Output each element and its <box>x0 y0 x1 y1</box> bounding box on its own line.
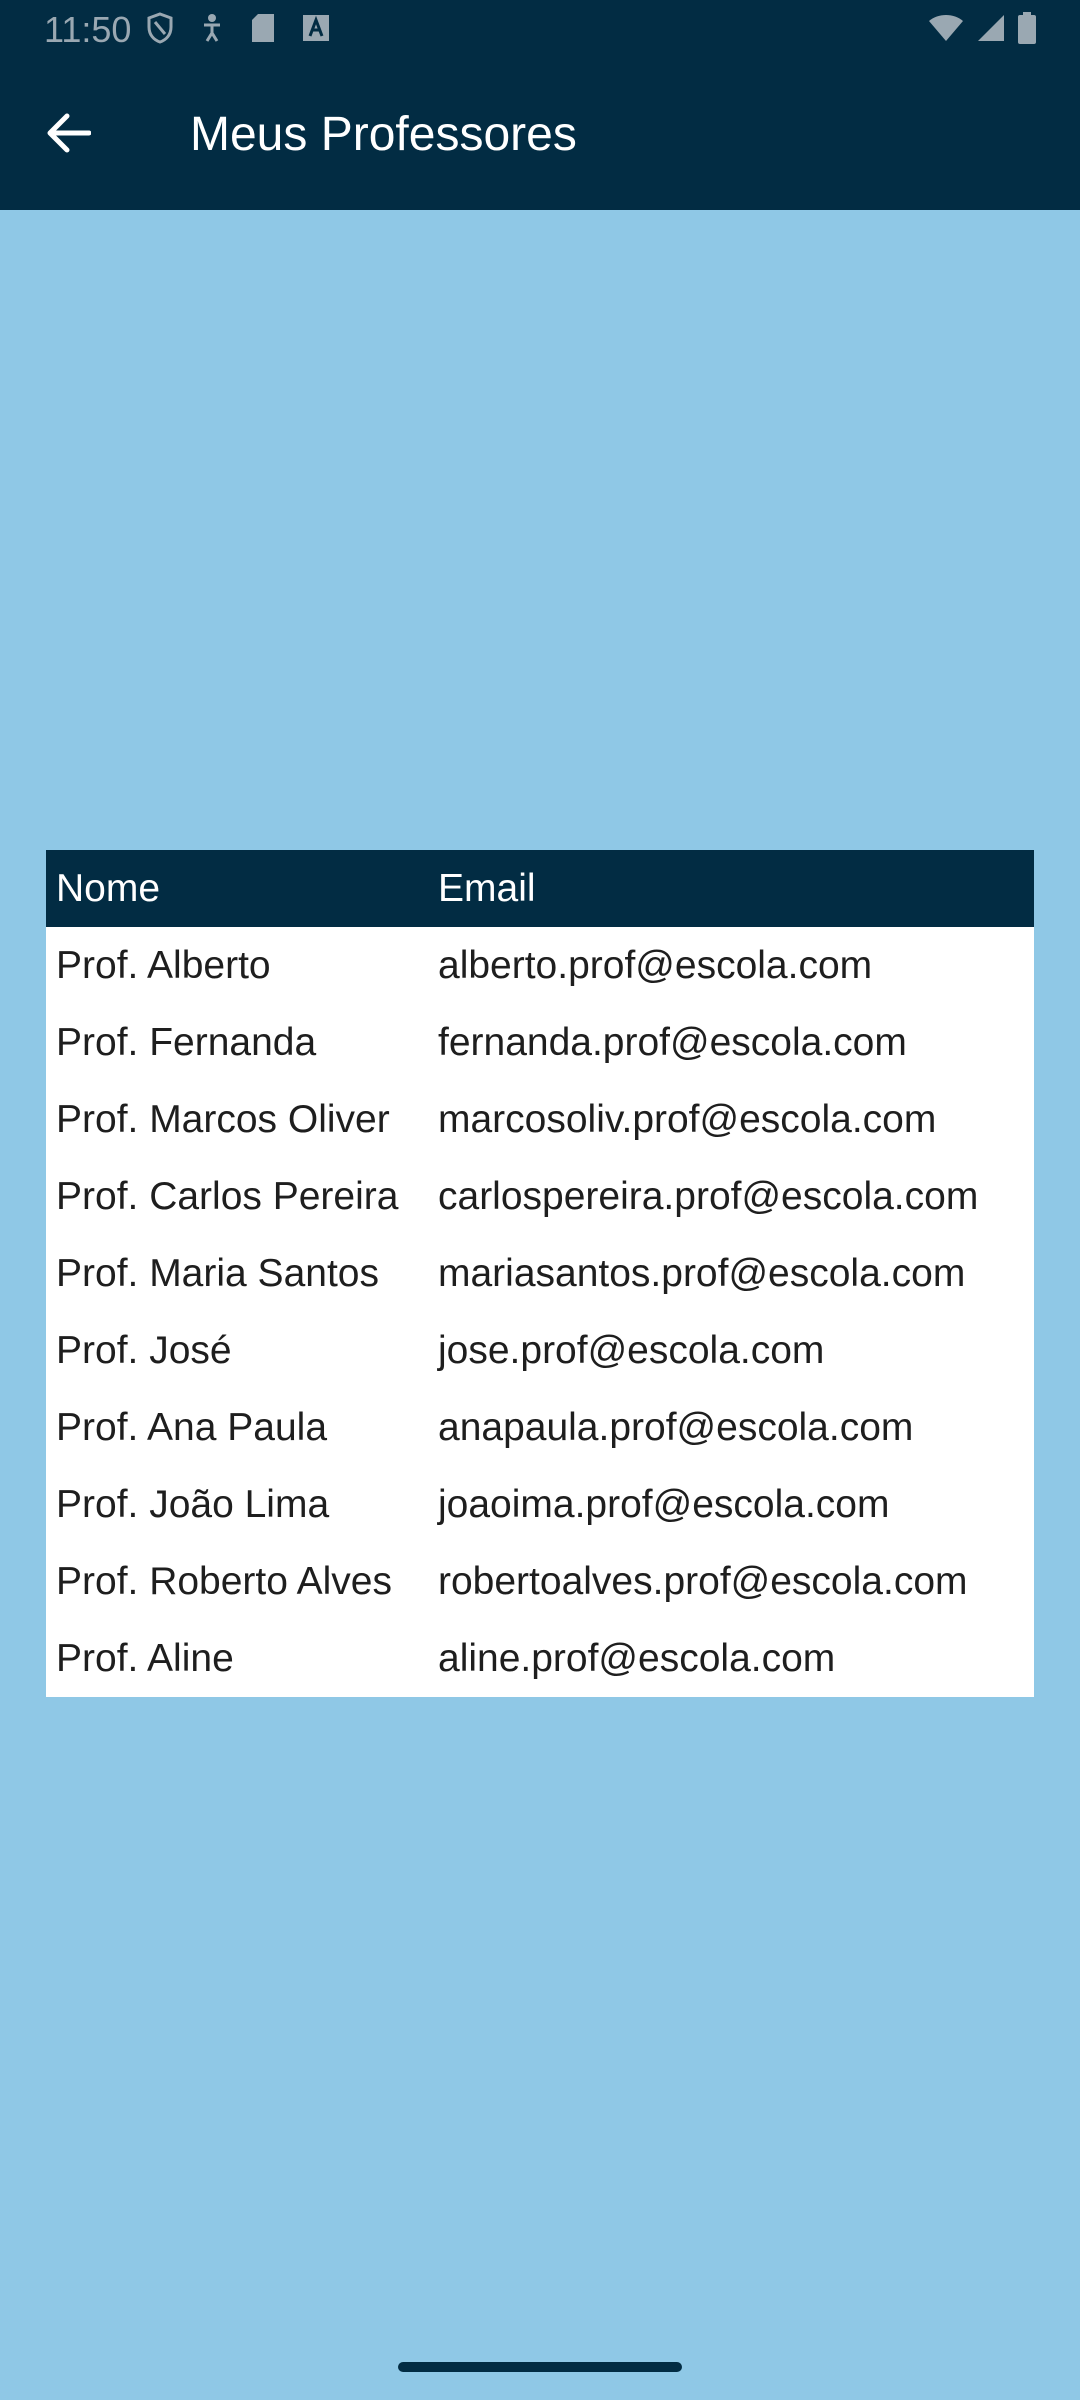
table-row[interactable]: Prof. Fernanda fernanda.prof@escola.com <box>46 1004 1034 1081</box>
teacher-name: Prof. Roberto Alves <box>56 1559 392 1603</box>
status-bar: 11:50 <box>0 0 1080 60</box>
shield-icon <box>146 11 174 49</box>
teacher-email: anapaula.prof@escola.com <box>438 1405 914 1449</box>
teacher-email: jose.prof@escola.com <box>438 1328 825 1372</box>
teacher-email: fernanda.prof@escola.com <box>438 1020 907 1064</box>
column-header-name: Nome <box>46 850 428 927</box>
teacher-email: aline.prof@escola.com <box>438 1636 836 1680</box>
back-button[interactable] <box>34 101 102 169</box>
teacher-name: Prof. Ana Paula <box>56 1405 328 1449</box>
teacher-name: Prof. Marcos Oliver <box>56 1097 390 1141</box>
accessibility-icon <box>200 13 224 48</box>
app-bar: Meus Professores <box>0 60 1080 210</box>
table-row[interactable]: Prof. Roberto Alves robertoalves.prof@es… <box>46 1543 1034 1620</box>
teacher-email: marcosoliv.prof@escola.com <box>438 1097 937 1141</box>
sd-card-icon <box>250 12 276 49</box>
table-row[interactable]: Prof. Aline aline.prof@escola.com <box>46 1620 1034 1697</box>
arrow-back-icon <box>45 113 92 158</box>
teacher-name: Prof. Aline <box>56 1636 234 1680</box>
font-a-icon <box>302 14 330 47</box>
teacher-email: joaoima.prof@escola.com <box>438 1482 890 1526</box>
teacher-email: carlospereira.prof@escola.com <box>438 1174 979 1218</box>
teacher-name: Prof. Alberto <box>56 943 271 987</box>
teacher-email: robertoalves.prof@escola.com <box>438 1559 968 1603</box>
table-row[interactable]: Prof. José jose.prof@escola.com <box>46 1312 1034 1389</box>
teachers-table: Nome Email Prof. Alberto alberto.prof@es… <box>46 850 1034 1697</box>
table-row[interactable]: Prof. João Lima joaoima.prof@escola.com <box>46 1466 1034 1543</box>
teacher-name: Prof. Carlos Pereira <box>56 1174 399 1218</box>
column-header-email: Email <box>428 850 1034 927</box>
table-row[interactable]: Prof. Carlos Pereira carlospereira.prof@… <box>46 1158 1034 1235</box>
teacher-name: Prof. Fernanda <box>56 1020 317 1064</box>
table-row[interactable]: Prof. Marcos Oliver marcosoliv.prof@esco… <box>46 1081 1034 1158</box>
table-row[interactable]: Prof. Ana Paula anapaula.prof@escola.com <box>46 1389 1034 1466</box>
teacher-email: alberto.prof@escola.com <box>438 943 873 987</box>
teacher-email: mariasantos.prof@escola.com <box>438 1251 966 1295</box>
battery-icon <box>1018 11 1036 49</box>
teacher-name: Prof. Maria Santos <box>56 1251 379 1295</box>
table-header-row: Nome Email <box>46 850 1034 927</box>
home-indicator[interactable] <box>398 2362 682 2372</box>
page-title: Meus Professores <box>190 108 577 161</box>
signal-icon <box>976 13 1006 48</box>
status-time: 11:50 <box>44 9 132 50</box>
teacher-name: Prof. João Lima <box>56 1482 330 1526</box>
table-row[interactable]: Prof. Alberto alberto.prof@escola.com <box>46 927 1034 1004</box>
status-icons-left <box>146 11 330 49</box>
teacher-name: Prof. José <box>56 1328 232 1372</box>
status-icons-right <box>928 11 1036 49</box>
wifi-icon <box>928 13 964 48</box>
table-row[interactable]: Prof. Maria Santos mariasantos.prof@esco… <box>46 1235 1034 1312</box>
